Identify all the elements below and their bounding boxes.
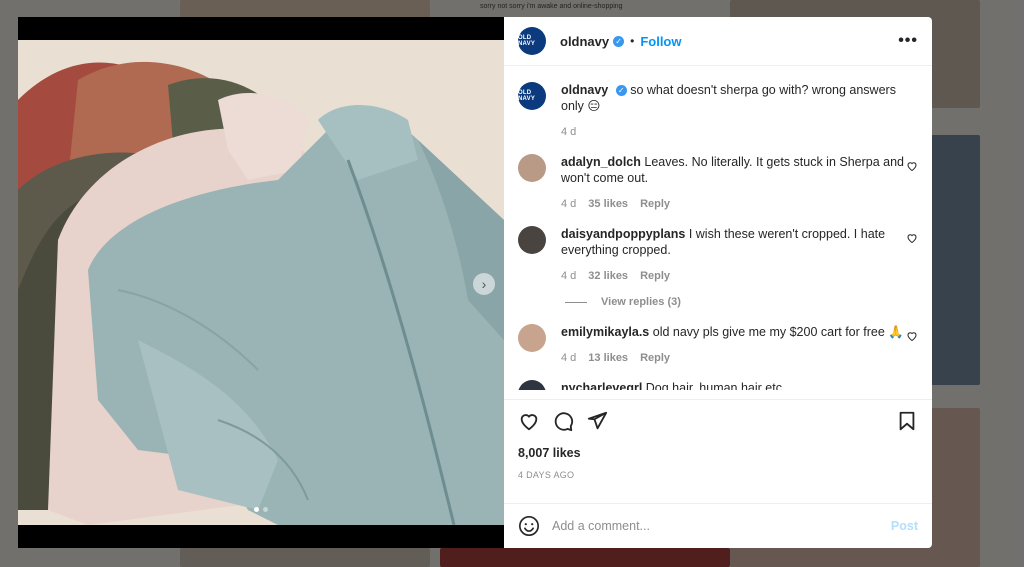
like-comment-heart-icon[interactable] [906, 160, 918, 172]
post-actions: 8,007 likes 4 DAYS AGO [504, 399, 932, 503]
like-comment-heart-icon[interactable] [906, 232, 918, 244]
post-username[interactable]: oldnavy [560, 34, 609, 49]
share-paper-plane-icon[interactable] [586, 410, 608, 432]
comment-text: Dog hair, human hair etc [645, 381, 782, 390]
post-media: › [18, 17, 504, 548]
comment-likes[interactable]: 32 likes [588, 268, 628, 284]
separator-dot: • [630, 34, 635, 48]
comment-username[interactable]: nycharlevegrl [561, 381, 642, 390]
comment-time[interactable]: 4 d [561, 350, 576, 366]
replies-divider [565, 301, 587, 303]
carousel-dot [263, 507, 268, 512]
commenter-avatar[interactable] [518, 324, 546, 352]
like-heart-icon[interactable] [518, 410, 540, 432]
post-comment-button[interactable]: Post [891, 519, 918, 533]
reply-button[interactable]: Reply [640, 268, 670, 284]
brand-avatar[interactable]: OLD NAVY [518, 82, 546, 110]
view-replies-button[interactable]: View replies (3) [565, 296, 918, 308]
carousel-indicator [18, 507, 504, 512]
commenter-avatar[interactable] [518, 380, 546, 390]
caption-text: so what doesn't sherpa go with? wrong an… [561, 83, 896, 113]
comment-text: old navy pls give me my $200 cart for fr… [652, 325, 904, 339]
comment-likes[interactable]: 13 likes [588, 350, 628, 366]
add-comment-input[interactable] [552, 519, 891, 533]
like-comment-heart-icon[interactable] [906, 330, 918, 342]
view-replies-label: View replies (3) [601, 296, 681, 308]
comment-time[interactable]: 4 d [561, 268, 576, 284]
verified-badge-icon: ✓ [613, 35, 625, 47]
emoji-smiley-icon[interactable] [518, 515, 540, 537]
save-bookmark-icon[interactable] [896, 410, 918, 432]
comment-time[interactable]: 4 d [561, 196, 576, 212]
comment-username[interactable]: emilymikayla.s [561, 325, 649, 339]
post-header: OLD NAVY oldnavy ✓ • Follow ••• [504, 17, 932, 66]
likes-count[interactable]: 8,007 likes [518, 446, 918, 460]
brand-avatar[interactable]: OLD NAVY [518, 27, 546, 55]
comment-item: adalyn_dolch Leaves. No literally. It ge… [518, 154, 918, 212]
sherpa-jackets-image [18, 40, 504, 525]
post-caption: OLD NAVY oldnavy ✓ so what doesn't sherp… [518, 82, 918, 140]
post-panel: OLD NAVY oldnavy ✓ • Follow ••• OLD NAVY… [504, 17, 932, 548]
carousel-next-button[interactable]: › [473, 273, 495, 295]
comment-item: daisyandpoppyplans I wish these weren't … [518, 226, 918, 284]
caption-time[interactable]: 4 d [561, 124, 576, 140]
comment-username[interactable]: daisyandpoppyplans [561, 227, 685, 241]
comment-likes[interactable]: 35 likes [588, 196, 628, 212]
reply-button[interactable]: Reply [640, 350, 670, 366]
carousel-dot-active [254, 507, 259, 512]
comment-item: nycharlevegrl Dog hair, human hair etc [518, 380, 918, 390]
comments-list[interactable]: OLD NAVY oldnavy ✓ so what doesn't sherp… [504, 66, 932, 399]
verified-badge-icon: ✓ [615, 85, 627, 97]
more-options-icon[interactable]: ••• [898, 32, 918, 50]
follow-button[interactable]: Follow [640, 34, 681, 49]
reply-button[interactable]: Reply [640, 196, 670, 212]
add-comment-bar: Post [504, 503, 932, 548]
post-modal: › OLD NAVY oldnavy ✓ • Follow ••• OLD NA… [18, 17, 932, 548]
caption-username[interactable]: oldnavy [561, 83, 608, 97]
comment-username[interactable]: adalyn_dolch [561, 155, 641, 169]
commenter-avatar[interactable] [518, 226, 546, 254]
comment-bubble-icon[interactable] [552, 410, 574, 432]
post-date[interactable]: 4 DAYS AGO [518, 470, 918, 480]
post-photo [18, 40, 504, 525]
commenter-avatar[interactable] [518, 154, 546, 182]
comment-item: emilymikayla.s old navy pls give me my $… [518, 324, 918, 366]
